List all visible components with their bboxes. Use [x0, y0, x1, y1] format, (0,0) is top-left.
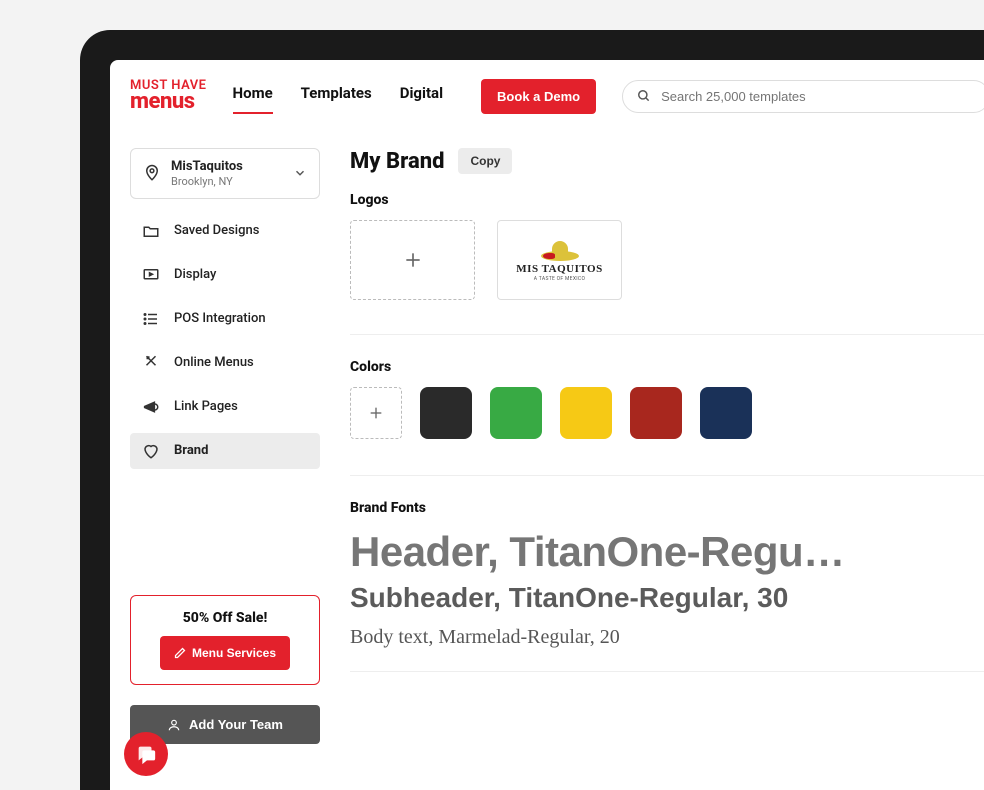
copy-button[interactable]: Copy: [458, 148, 512, 174]
app-logo[interactable]: MUST HAVE menus: [130, 79, 207, 113]
sidebar-item-label: Saved Designs: [174, 223, 259, 238]
sidebar-item-link-pages[interactable]: Link Pages: [130, 389, 320, 425]
device-frame: MUST HAVE menus Home Templates Digital B…: [80, 30, 984, 790]
location-selector[interactable]: MisTaquitos Brooklyn, NY: [130, 148, 320, 199]
location-pin-icon: [143, 164, 161, 182]
plus-icon: [368, 405, 384, 421]
color-swatch-4[interactable]: [630, 387, 682, 439]
megaphone-icon: [142, 398, 160, 416]
utensils-icon: [142, 354, 160, 372]
color-swatch-2[interactable]: [490, 387, 542, 439]
color-swatch-1[interactable]: [420, 387, 472, 439]
font-sample-header[interactable]: Header, TitanOne-Regu…: [350, 528, 984, 576]
sidebar-item-label: Display: [174, 267, 216, 282]
section-logos-label: Logos: [350, 192, 984, 208]
search-box[interactable]: [622, 80, 984, 113]
display-icon: [142, 266, 160, 284]
main-content: My Brand Copy Logos MIS TAQUITOS A TASTE…: [350, 148, 984, 790]
logo-line2: menus: [130, 91, 207, 113]
font-sample-body[interactable]: Body text, Marmelad-Regular, 20: [350, 626, 984, 649]
sidebar-item-display[interactable]: Display: [130, 257, 320, 293]
color-swatch-3[interactable]: [560, 387, 612, 439]
sidebar-item-label: Online Menus: [174, 355, 254, 370]
location-sub: Brooklyn, NY: [171, 175, 283, 188]
add-team-label: Add Your Team: [189, 717, 283, 732]
nav-links: Home Templates Digital: [233, 78, 444, 114]
heart-icon: [142, 442, 160, 460]
logo-thumb-sub: A TASTE OF MEXICO: [534, 276, 585, 282]
sidebar-item-label: POS Integration: [174, 311, 266, 326]
section-fonts-label: Brand Fonts: [350, 500, 984, 516]
color-swatch-5[interactable]: [700, 387, 752, 439]
app-screen: MUST HAVE menus Home Templates Digital B…: [110, 60, 984, 790]
logos-row: MIS TAQUITOS A TASTE OF MEXICO: [350, 220, 984, 300]
sidebar-item-pos-integration[interactable]: POS Integration: [130, 301, 320, 337]
plus-icon: [403, 250, 423, 270]
chat-fab[interactable]: [124, 732, 168, 776]
page-title: My Brand: [350, 149, 444, 174]
folder-icon: [142, 222, 160, 240]
divider: [350, 671, 984, 672]
font-sample-subheader[interactable]: Subheader, TitanOne-Regular, 30: [350, 582, 984, 614]
chevron-down-icon: [293, 166, 307, 180]
list-icon: [142, 310, 160, 328]
search-input[interactable]: [661, 89, 975, 104]
sidebar-item-saved-designs[interactable]: Saved Designs: [130, 213, 320, 249]
divider: [350, 334, 984, 335]
sidebar: MisTaquitos Brooklyn, NY Saved Designs D…: [130, 148, 320, 790]
section-colors-label: Colors: [350, 359, 984, 375]
person-icon: [167, 718, 181, 732]
logo-thumbnail[interactable]: MIS TAQUITOS A TASTE OF MEXICO: [497, 220, 622, 300]
nav-digital[interactable]: Digital: [400, 78, 443, 114]
add-logo-button[interactable]: [350, 220, 475, 300]
promo-title: 50% Off Sale!: [145, 610, 305, 626]
add-color-button[interactable]: [350, 387, 402, 439]
sidebar-item-online-menus[interactable]: Online Menus: [130, 345, 320, 381]
menu-services-button[interactable]: Menu Services: [160, 636, 290, 670]
sombrero-icon: [541, 239, 579, 261]
sidebar-item-label: Link Pages: [174, 399, 238, 414]
nav-home[interactable]: Home: [233, 78, 273, 114]
pencil-icon: [174, 647, 186, 659]
promo-button-label: Menu Services: [192, 646, 276, 660]
location-name: MisTaquitos: [171, 159, 283, 175]
search-icon: [637, 89, 651, 103]
top-nav: MUST HAVE menus Home Templates Digital B…: [110, 60, 984, 128]
main-header: My Brand Copy: [350, 148, 984, 174]
nav-templates[interactable]: Templates: [301, 78, 372, 114]
sidebar-item-brand[interactable]: Brand: [130, 433, 320, 469]
divider: [350, 475, 984, 476]
book-demo-button[interactable]: Book a Demo: [481, 79, 596, 114]
promo-box: 50% Off Sale! Menu Services: [130, 595, 320, 685]
sidebar-item-label: Brand: [174, 443, 208, 458]
logo-thumb-text: MIS TAQUITOS: [516, 263, 602, 275]
chat-icon: [135, 743, 157, 765]
colors-row: [350, 387, 984, 439]
app-body: MisTaquitos Brooklyn, NY Saved Designs D…: [110, 128, 984, 790]
